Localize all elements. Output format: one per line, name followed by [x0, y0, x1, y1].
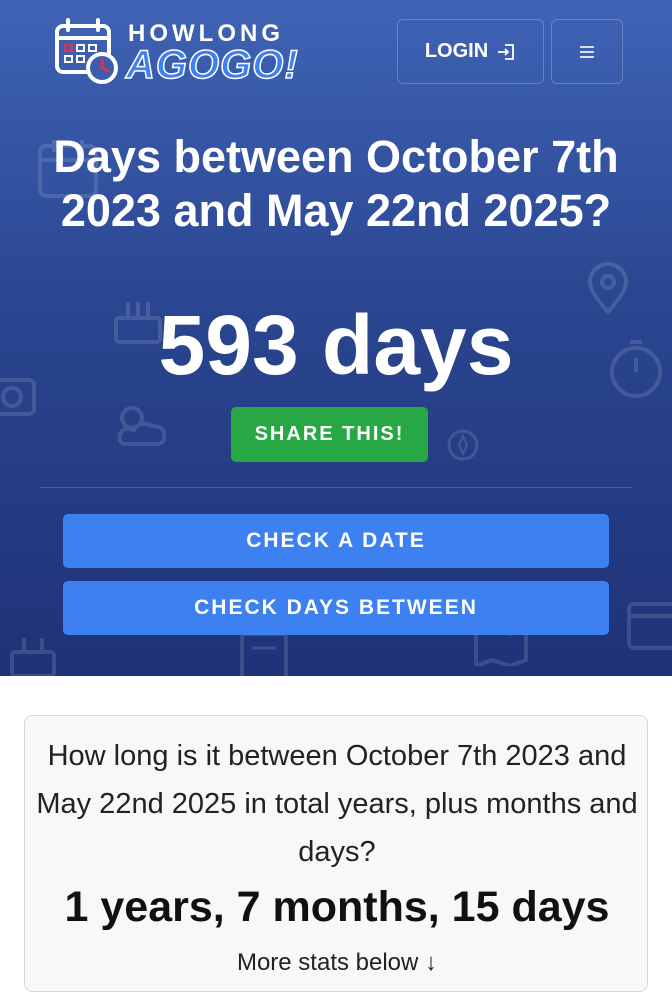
hamburger-menu-icon	[580, 45, 594, 58]
summary-answer: 1 years, 7 months, 15 days	[64, 883, 610, 931]
notepad-bg-icon	[240, 632, 288, 676]
site-logo[interactable]: HOWLONG AGOGO!	[54, 18, 298, 88]
menu-button[interactable]	[551, 19, 623, 84]
check-days-between-button[interactable]: CHECK DAYS BETWEEN	[63, 581, 609, 635]
weather-bg-icon	[117, 406, 167, 446]
compass-bg-icon	[447, 429, 479, 461]
hero-divider	[40, 487, 632, 488]
login-label: LOGIN	[424, 40, 489, 62]
calendar-clock-icon	[55, 18, 118, 84]
calendar-bg-icon-2	[627, 602, 672, 650]
summary-question: How long is it between October 7th 2023 …	[36, 740, 638, 868]
more-stats-link[interactable]: More stats below ↓	[25, 948, 649, 978]
check-date-button[interactable]: CHECK A DATE	[63, 514, 609, 568]
share-button[interactable]: SHARE THIS!	[231, 407, 428, 462]
cake-bg-icon-2	[10, 638, 56, 676]
sign-in-icon	[498, 43, 515, 60]
summary-card: How long is it between October 7th 2023 …	[24, 715, 648, 992]
page-title: Days between October 7th 2023 and May 22…	[53, 131, 619, 236]
login-button[interactable]: LOGIN	[397, 19, 544, 84]
days-count: 593 days	[158, 298, 514, 392]
logo-text-bottom: AGOGO!	[125, 43, 299, 87]
hero-section: HOWLONG AGOGO! LOGIN Days between Octobe…	[0, 0, 672, 676]
